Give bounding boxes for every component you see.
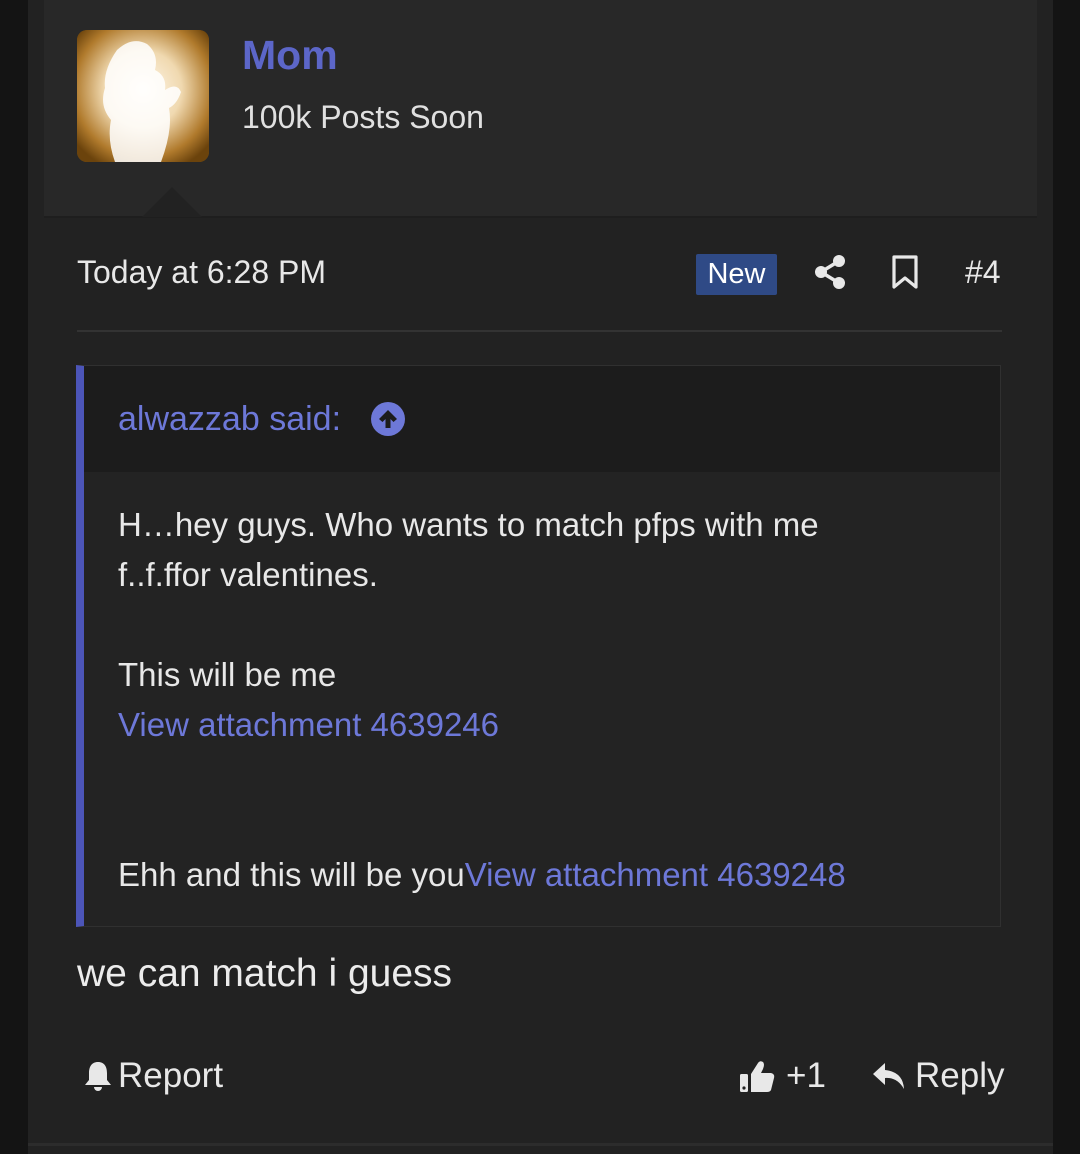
post-date[interactable]: Today at 6:28 PM <box>77 254 326 291</box>
reply-button[interactable]: Reply <box>871 1053 1004 1099</box>
like-button[interactable]: +1 <box>738 1053 826 1099</box>
user-title: 100k Posts Soon <box>242 99 484 135</box>
quote-line: Ehh and this will be you <box>118 856 465 893</box>
bookmark-icon[interactable] <box>890 254 920 290</box>
divider <box>77 330 1002 332</box>
attachment-link[interactable]: View attachment 4639246 <box>118 706 499 743</box>
quote-line: f..f.ffor valentines. <box>118 556 378 593</box>
quote-author-link[interactable]: alwazzab said: <box>118 400 341 439</box>
username-link[interactable]: Mom <box>242 32 338 79</box>
user-header: Mom 100k Posts Soon <box>44 0 1037 218</box>
thumbs-up-icon <box>740 1061 775 1092</box>
quote-line: This will be me <box>118 656 337 693</box>
avatar[interactable] <box>77 30 209 162</box>
reply-arrow-icon <box>873 1063 904 1089</box>
quote-spacer <box>118 800 978 850</box>
share-icon[interactable] <box>813 254 847 290</box>
quote-body: H…hey guys. Who wants to match pfps with… <box>118 500 978 900</box>
report-label: Report <box>118 1056 224 1095</box>
arrow-up-circle-icon[interactable] <box>370 401 406 437</box>
quote-spacer <box>118 750 978 800</box>
report-button[interactable]: Report <box>82 1053 223 1099</box>
quote-line: H…hey guys. Who wants to match pfps with… <box>118 506 819 543</box>
new-badge: New <box>696 254 777 295</box>
quote-header: alwazzab said: <box>84 366 1000 472</box>
post-number-link[interactable]: #4 <box>965 254 1001 291</box>
header-pointer <box>142 187 202 217</box>
post-message: we can match i guess <box>77 952 453 995</box>
post-container: Mom 100k Posts Soon Today at 6:28 PM New… <box>28 0 1053 1154</box>
bell-icon <box>85 1062 111 1091</box>
quote-block: alwazzab said: H…hey guys. Who wants to … <box>76 365 1001 927</box>
reply-label: Reply <box>915 1056 1005 1095</box>
like-count: +1 <box>786 1056 826 1095</box>
quote-spacer <box>118 600 978 650</box>
attachment-link[interactable]: View attachment 4639248 <box>465 856 846 893</box>
divider <box>28 1143 1053 1146</box>
